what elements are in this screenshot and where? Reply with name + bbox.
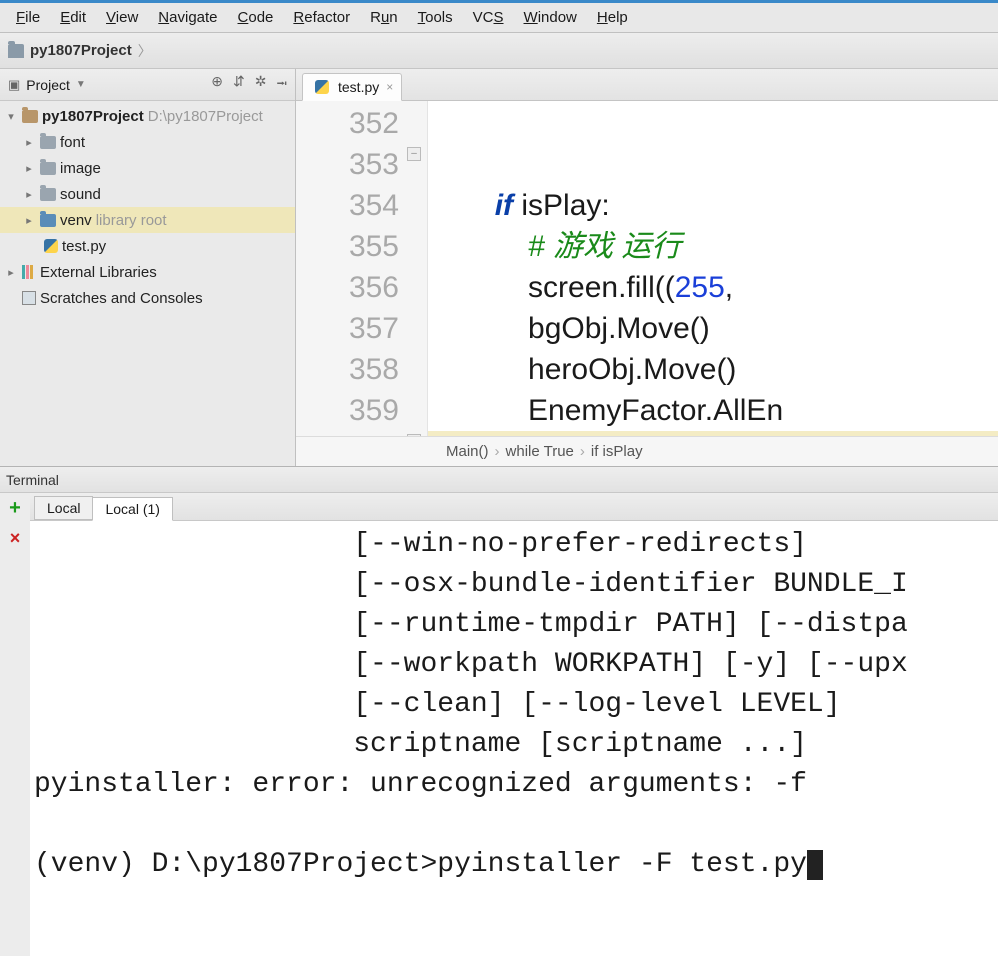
editor-tab-testpy[interactable]: test.py × xyxy=(302,73,402,101)
tree-file-testpy[interactable]: test.py xyxy=(0,233,295,259)
editor-area: test.py × 352 353 354 355 356 357 358 35… xyxy=(296,69,998,466)
main-menubar: File Edit View Navigate Code Refactor Ru… xyxy=(0,3,998,33)
python-file-icon xyxy=(315,80,329,94)
code-content[interactable]: if isPlay: # 游戏 运行 screen.fill((255, bgO… xyxy=(428,101,998,436)
menu-help[interactable]: Help xyxy=(587,5,638,30)
menu-refactor[interactable]: Refactor xyxy=(283,5,360,30)
chevron-right-icon[interactable]: ▸ xyxy=(22,188,36,201)
chevron-right-icon[interactable]: ▸ xyxy=(4,266,18,279)
menu-run[interactable]: Run xyxy=(360,5,408,30)
tree-root-path: D:\py1807Project xyxy=(148,108,263,125)
tree-folder-font[interactable]: ▸ font xyxy=(0,129,295,155)
project-sidebar: ▣ Project ▼ ⊕ ⇵ ✲ ⭲ ▾ py1807Project D:\p… xyxy=(0,69,296,466)
editor-breadcrumb: Main() › while True › if isPlay xyxy=(296,436,998,466)
chevron-down-icon[interactable]: ▾ xyxy=(4,110,18,123)
terminal-output[interactable]: [--win-no-prefer-redirects] [--osx-bundl… xyxy=(30,521,998,956)
menu-window[interactable]: Window xyxy=(514,5,587,30)
tree-external-libraries[interactable]: ▸ External Libraries xyxy=(0,259,295,285)
menu-code[interactable]: Code xyxy=(228,5,284,30)
crumb-while[interactable]: while True xyxy=(506,443,574,460)
folder-icon xyxy=(40,188,56,201)
project-tool-header: ▣ Project ▼ ⊕ ⇵ ✲ ⭲ xyxy=(0,69,295,101)
chevron-right-icon: › xyxy=(580,443,585,460)
libraries-icon xyxy=(22,265,36,279)
editor-tabbar: test.py × xyxy=(296,69,998,101)
gear-icon[interactable]: ✲ xyxy=(255,73,267,97)
terminal-title[interactable]: Terminal xyxy=(0,467,998,493)
menu-vcs[interactable]: VCS xyxy=(463,5,514,30)
tab-label: test.py xyxy=(338,79,379,95)
python-file-icon xyxy=(44,239,58,253)
tree-folder-image[interactable]: ▸ image xyxy=(0,155,295,181)
folder-icon xyxy=(40,136,56,149)
fold-mark-icon[interactable]: – xyxy=(407,434,421,436)
nav-breadcrumb: py1807Project 〉 xyxy=(0,33,998,69)
project-tree: ▾ py1807Project D:\py1807Project ▸ font … xyxy=(0,101,295,466)
chevron-right-icon: › xyxy=(495,443,500,460)
tree-root-name: py1807Project xyxy=(42,108,144,125)
target-icon[interactable]: ⊕ xyxy=(211,73,223,97)
tree-folder-venv[interactable]: ▸ venv library root xyxy=(0,207,295,233)
terminal-tabs: Local Local (1) xyxy=(30,493,998,521)
dropdown-icon[interactable]: ▼ xyxy=(76,79,86,90)
tree-scratches[interactable]: Scratches and Consoles xyxy=(0,285,295,311)
menu-view[interactable]: View xyxy=(96,5,148,30)
project-tool-title[interactable]: Project xyxy=(26,77,70,93)
folder-icon xyxy=(22,110,38,123)
folder-icon xyxy=(40,162,56,175)
project-view-icon: ▣ xyxy=(8,77,20,93)
crumb-if[interactable]: if isPlay xyxy=(591,443,643,460)
menu-tools[interactable]: Tools xyxy=(408,5,463,30)
menu-edit[interactable]: Edit xyxy=(50,5,96,30)
chevron-right-icon: 〉 xyxy=(138,41,152,61)
close-session-button[interactable]: × xyxy=(10,528,21,549)
terminal-panel: Terminal + × Local Local (1) [--win-no-p… xyxy=(0,466,998,956)
collapse-icon[interactable]: ⭲ xyxy=(276,73,287,97)
terminal-tab-local1[interactable]: Local (1) xyxy=(92,497,172,521)
terminal-toolbar: + × xyxy=(0,493,30,956)
folder-icon xyxy=(40,214,56,227)
terminal-tab-local[interactable]: Local xyxy=(34,496,93,520)
line-gutter: 352 353 354 355 356 357 358 359 360 – – xyxy=(296,101,428,436)
close-icon[interactable]: × xyxy=(386,80,393,94)
menu-file[interactable]: File xyxy=(6,5,50,30)
breadcrumb-project[interactable]: py1807Project xyxy=(30,42,132,59)
new-session-button[interactable]: + xyxy=(9,497,21,520)
main-split: ▣ Project ▼ ⊕ ⇵ ✲ ⭲ ▾ py1807Project D:\p… xyxy=(0,69,998,466)
chevron-right-icon[interactable]: ▸ xyxy=(22,136,36,149)
autoscroll-icon[interactable]: ⇵ xyxy=(233,73,245,97)
fold-mark-icon[interactable]: – xyxy=(407,147,421,161)
chevron-right-icon[interactable]: ▸ xyxy=(22,214,36,227)
crumb-main[interactable]: Main() xyxy=(446,443,489,460)
terminal-body: + × Local Local (1) [--win-no-prefer-red… xyxy=(0,493,998,956)
tree-folder-sound[interactable]: ▸ sound xyxy=(0,181,295,207)
tree-root[interactable]: ▾ py1807Project D:\py1807Project xyxy=(0,103,295,129)
code-editor[interactable]: 352 353 354 355 356 357 358 359 360 – – … xyxy=(296,101,998,436)
chevron-right-icon[interactable]: ▸ xyxy=(22,162,36,175)
menu-navigate[interactable]: Navigate xyxy=(148,5,227,30)
terminal-cursor xyxy=(807,850,823,880)
scratches-icon xyxy=(22,291,36,305)
folder-icon xyxy=(8,44,24,58)
